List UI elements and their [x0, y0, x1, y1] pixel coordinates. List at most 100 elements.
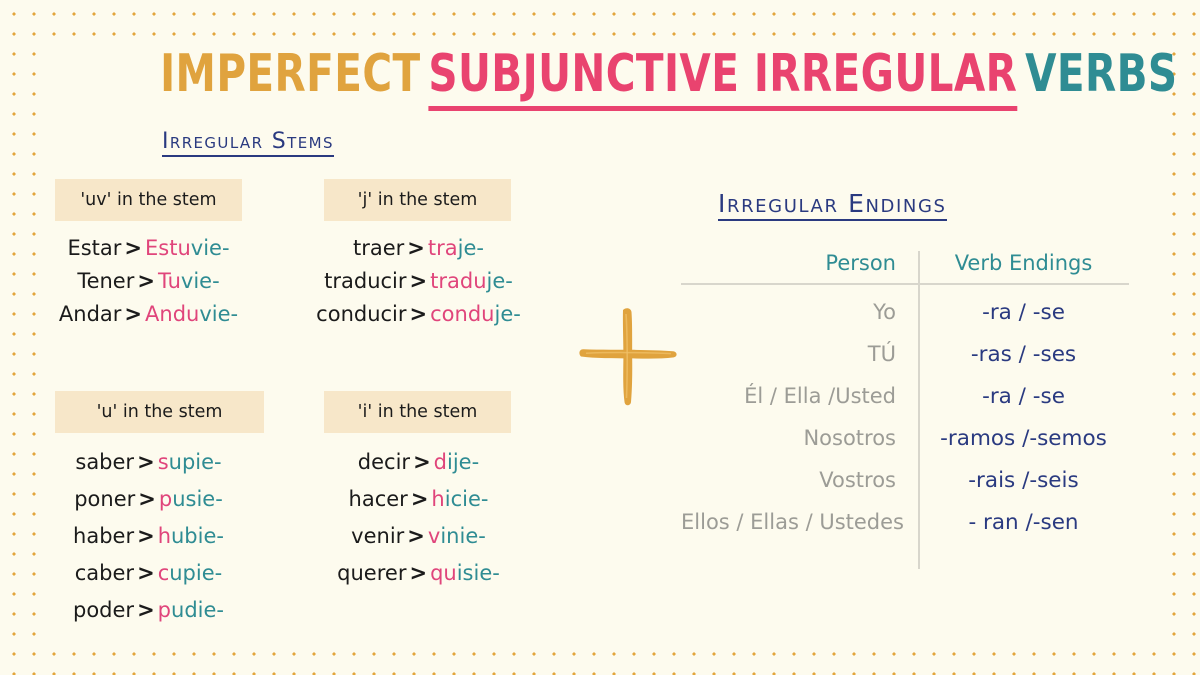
verb-infinitive: traer [353, 236, 405, 260]
verb-stem-part-b: vie- [199, 302, 239, 326]
plus-sign-icon [579, 308, 677, 406]
table-column-divider [918, 251, 920, 569]
verb-stem-part-b: icie- [444, 487, 489, 511]
cell-verb-ending: - ran /-sen [968, 509, 1079, 535]
verb-list-uv: Estar > Estuvie- Tener > Tuvie- Andar > Anduvie- [36, 232, 261, 331]
table-row: Yo -ra / -se [681, 291, 1129, 333]
verb-stem-part-a: p [157, 598, 172, 622]
verb-stem-part-b: ubie- [171, 524, 224, 548]
stem-group-chip-u: 'u' in the stem [55, 391, 264, 433]
verb-arrow: > [137, 269, 155, 293]
verb-stem-part-b: je- [494, 302, 521, 326]
verb-infinitive: saber [75, 450, 135, 474]
cell-person: Vostros [819, 468, 896, 492]
page-title: IMPERFECT SUBJUNCTIVE IRREGULAR VERBS [160, 44, 1177, 111]
verb-stem-part-b: vie- [190, 236, 230, 260]
verb-infinitive: Andar [58, 302, 122, 326]
verb-row: caber > cupie- [36, 555, 261, 592]
table-row: Él / Ella /Usted -ra / -se [681, 375, 1129, 417]
verb-row: poner > pusie- [36, 481, 261, 518]
title-word-imperfect: IMPERFECT [160, 44, 421, 104]
verb-arrow: > [409, 302, 428, 326]
verb-row: conducir > conduje- [291, 298, 546, 331]
verb-infinitive: venir [351, 524, 405, 548]
cell-verb-ending: -ra / -se [982, 383, 1065, 409]
verb-row: traer > traje- [291, 232, 546, 265]
content-panel: IMPERFECT SUBJUNCTIVE IRREGULAR VERBS Irre… [36, 36, 1177, 639]
cell-verb-ending: -ramos /-semos [940, 425, 1107, 451]
verb-row: poder > pudie- [36, 592, 261, 629]
verb-infinitive: traducir [324, 269, 407, 293]
table-row: Ellos / Ellas / Ustedes - ran /-sen [681, 501, 1129, 543]
table-row: Nosotros -ramos /-semos [681, 417, 1129, 459]
verb-row: Estar > Estuvie- [36, 232, 261, 265]
verb-stem-part-a: condu [430, 302, 495, 326]
verb-stem-part-b: upie- [168, 450, 222, 474]
cell-verb-ending: -ras / -ses [970, 341, 1077, 367]
verb-stem-part-a: Estu [145, 236, 191, 260]
stem-group-chip-j: 'j' in the stem [324, 179, 511, 221]
verb-list-j: traer > traje-traducir > traduje-conducir > co… [291, 232, 546, 331]
verb-arrow: > [137, 524, 155, 548]
verb-list-u: saber > supie-poner > pusie-haber > hubie-cabe… [36, 444, 261, 629]
verb-row: venir > vinie- [291, 518, 546, 555]
verb-infinitive: querer [337, 561, 407, 585]
cell-person: Ellos / Ellas / Ustedes [681, 510, 904, 534]
verb-stem-part-a: qu [430, 561, 457, 585]
verb-stem-part-a: tradu [430, 269, 487, 293]
verb-row: Andar > Anduvie- [36, 298, 261, 331]
verb-infinitive: poner [74, 487, 136, 511]
verb-row: hacer > hicie- [291, 481, 546, 518]
infographic-poster: IMPERFECT SUBJUNCTIVE IRREGULAR VERBS Irre… [0, 0, 1200, 675]
verb-stem-part-a: h [157, 524, 171, 548]
verb-arrow: > [137, 598, 155, 622]
stem-group-chip-uv: 'uv' in the stem [55, 179, 242, 221]
verb-arrow: > [124, 236, 143, 260]
table-header-row: Person Verb Endings [681, 251, 1129, 283]
verb-stem-part-b: udie- [171, 598, 224, 622]
stem-group-chip-i: 'i' in the stem [324, 391, 511, 433]
verb-stem-part-a: c [157, 561, 170, 585]
verb-list-i: decir > dije-hacer > hicie-venir > vinie-quere… [291, 444, 546, 592]
irregular-stems-heading: Irregular Stems [162, 129, 334, 157]
table-row: Vostros -rais /-seis [681, 459, 1129, 501]
table-body: Yo -ra / -se TÚ -ras / -ses Él / Ella /Usted… [681, 251, 1129, 569]
verb-arrow: > [137, 450, 155, 474]
cell-person: TÚ [867, 342, 896, 366]
verb-arrow: > [138, 487, 156, 511]
verb-stem-part-b: isie- [456, 561, 500, 585]
cell-person: Nosotros [803, 426, 896, 450]
verb-arrow: > [413, 450, 431, 474]
cell-person: Él / Ella /Usted [744, 384, 896, 408]
verb-arrow: > [410, 487, 429, 511]
verb-arrow: > [407, 524, 425, 548]
irregular-endings-heading: Irregular Endings [718, 189, 947, 221]
title-word-verbs: VERBS [1025, 44, 1178, 104]
cell-verb-ending: -ra / -se [982, 299, 1065, 325]
table-row: TÚ -ras / -ses [681, 333, 1129, 375]
verb-stem-part-a: s [157, 450, 169, 474]
verb-stem-part-a: p [158, 487, 173, 511]
verb-stem-part-a: Tu [157, 269, 181, 293]
verb-stem-part-b: usie- [172, 487, 223, 511]
verb-stem-part-b: inie- [440, 524, 486, 548]
verb-stem-part-a: d [433, 450, 448, 474]
verb-infinitive: haber [73, 524, 135, 548]
verb-row: haber > hubie- [36, 518, 261, 555]
verb-arrow: > [124, 302, 143, 326]
verb-row: Tener > Tuvie- [36, 265, 261, 298]
verb-stem-part-a: h [431, 487, 445, 511]
verb-infinitive: caber [74, 561, 135, 585]
verb-stem-part-a: tra [427, 236, 458, 260]
verb-infinitive: conducir [316, 302, 407, 326]
cell-person: Yo [873, 300, 896, 324]
verb-stem-part-a: v [427, 524, 441, 548]
column-header-verb-endings: Verb Endings [954, 251, 1093, 275]
verb-arrow: > [407, 236, 425, 260]
irregular-endings-table: Person Verb Endings Yo -ra / -se TÚ -ras / … [681, 251, 1129, 569]
verb-stem-part-b: vie- [180, 269, 220, 293]
verb-infinitive: Tener [77, 269, 135, 293]
verb-arrow: > [137, 561, 155, 585]
verb-stem-part-b: je- [457, 236, 484, 260]
title-word-subjunctive-irregular: SUBJUNCTIVE IRREGULAR [428, 44, 1018, 111]
